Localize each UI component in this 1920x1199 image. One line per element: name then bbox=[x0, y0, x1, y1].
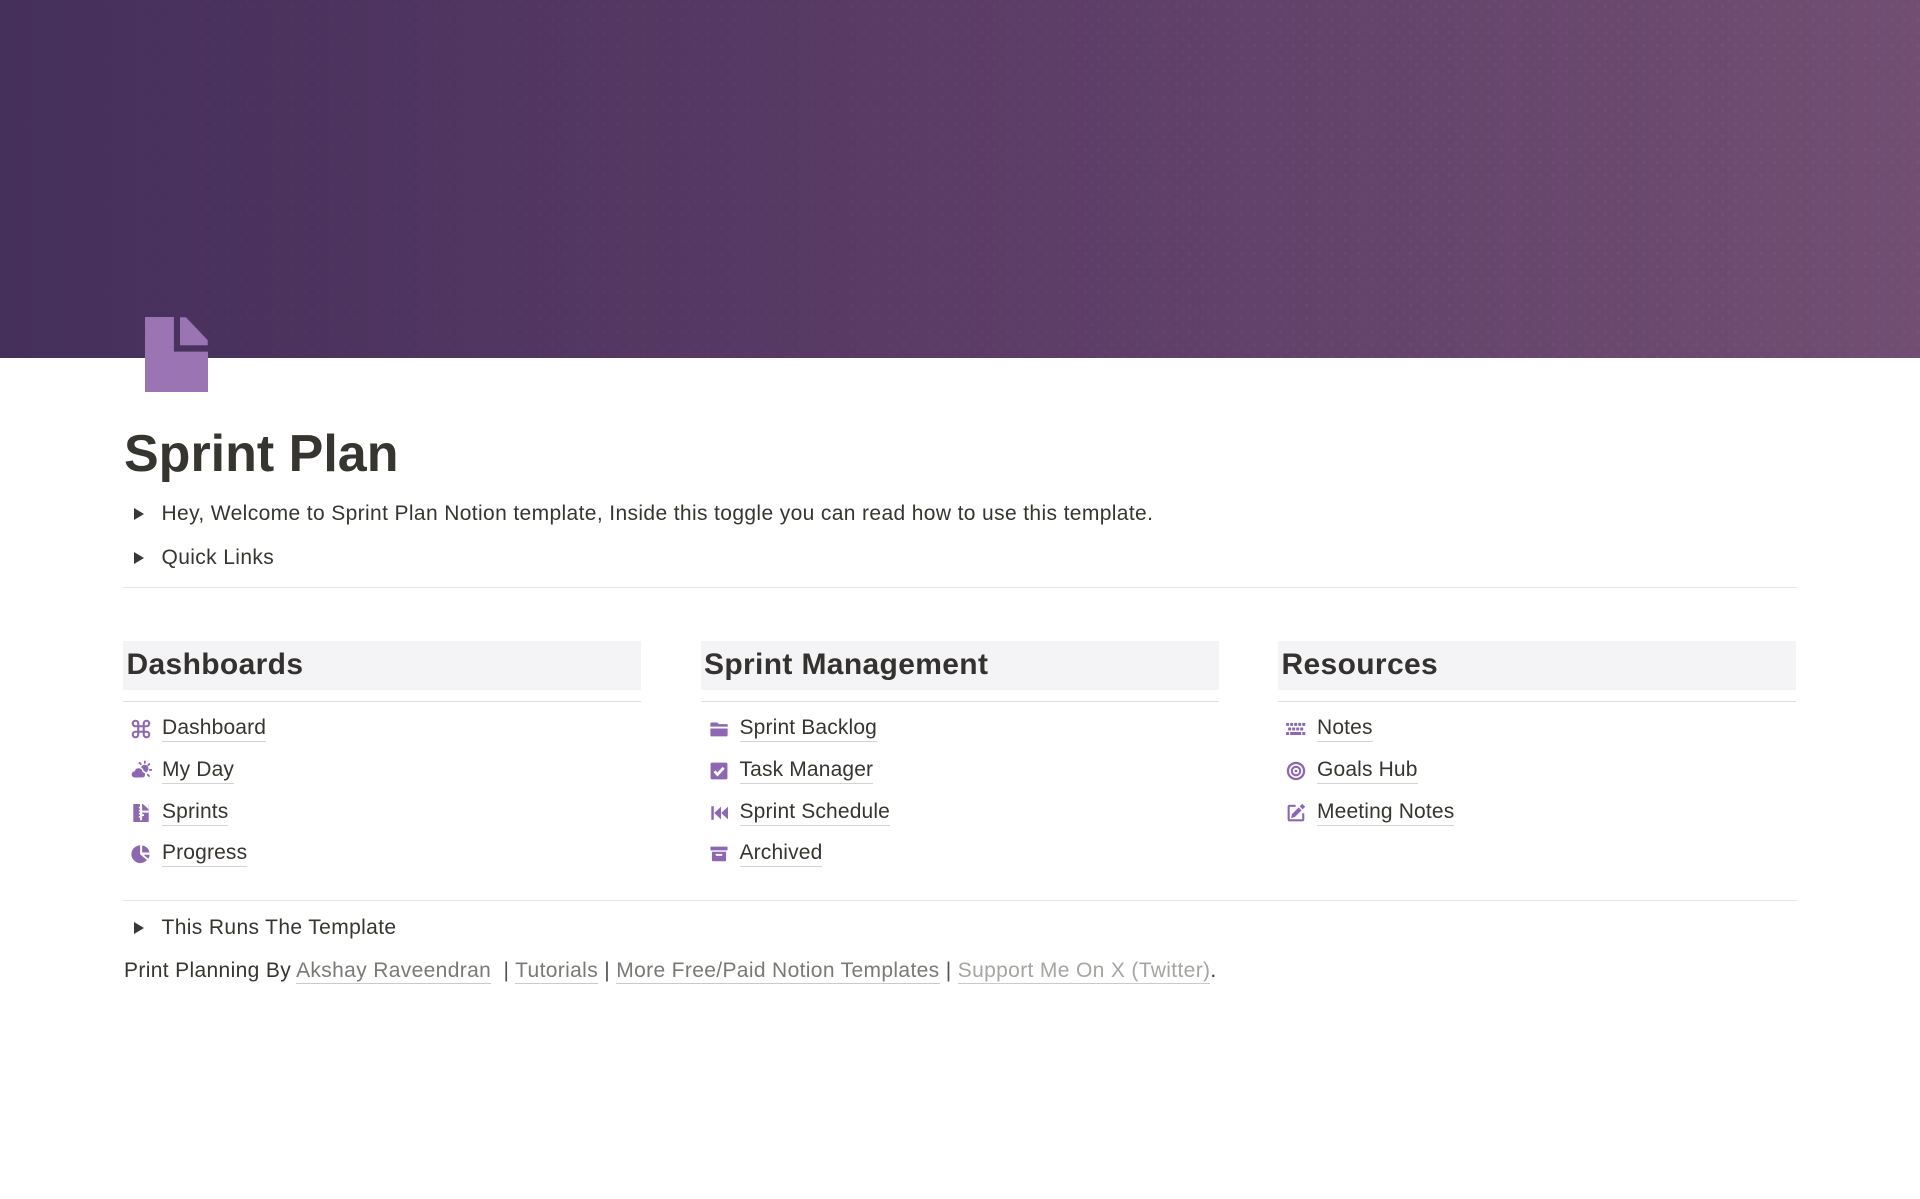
link-item-label: Progress bbox=[162, 841, 247, 867]
zip-document-icon bbox=[130, 802, 152, 824]
keyboard-icon bbox=[1285, 718, 1307, 740]
link-item-label: Notes bbox=[1317, 716, 1373, 742]
toggle-triangle-icon[interactable] bbox=[134, 552, 144, 564]
column-resources: Resources Notes Goals Hub Meeting Notes bbox=[1278, 641, 1796, 881]
toggle-quick-links-label: Quick Links bbox=[162, 546, 275, 570]
footer-credits: Print Planning By Akshay Raveendran | Tu… bbox=[124, 959, 1217, 983]
link-item-label: Dashboard bbox=[162, 716, 266, 742]
pie-chart-icon bbox=[130, 843, 152, 865]
column-divider bbox=[1278, 701, 1796, 702]
footer-separator: | bbox=[491, 959, 515, 982]
archive-box-icon bbox=[708, 843, 730, 865]
toggle-triangle-icon[interactable] bbox=[134, 922, 144, 934]
link-item-meeting-notes[interactable]: Meeting Notes bbox=[1278, 798, 1796, 828]
toggle-runs-label: This Runs The Template bbox=[162, 916, 397, 940]
link-item-sprint-backlog[interactable]: Sprint Backlog bbox=[701, 714, 1219, 744]
link-item-label: Meeting Notes bbox=[1317, 800, 1454, 826]
column-heading-text: Sprint Management bbox=[704, 648, 988, 682]
link-item-progress[interactable]: Progress bbox=[123, 839, 641, 869]
column-items: Sprint Backlog Task Manager Sprint Schedul… bbox=[701, 714, 1219, 869]
toggle-this-runs-the-template[interactable]: This Runs The Template bbox=[123, 914, 396, 942]
link-columns: Dashboards Dashboard My Day Sprints Progres… bbox=[123, 641, 1797, 881]
column-heading: Dashboards bbox=[123, 641, 641, 690]
link-item-sprints[interactable]: Sprints bbox=[123, 798, 641, 828]
column-items: Dashboard My Day Sprints Progress bbox=[123, 714, 641, 869]
footer-link-author[interactable]: Akshay Raveendran bbox=[296, 959, 491, 985]
link-item-label: Sprint Backlog bbox=[740, 716, 878, 742]
edit-icon bbox=[1285, 802, 1307, 824]
footer-link-tutorials[interactable]: Tutorials bbox=[515, 959, 598, 985]
divider bbox=[123, 900, 1797, 901]
column-heading-text: Resources bbox=[1282, 648, 1439, 682]
footer-link-support[interactable]: Support Me On X (Twitter) bbox=[958, 959, 1211, 985]
footer-separator: | bbox=[598, 959, 616, 982]
column-items: Notes Goals Hub Meeting Notes bbox=[1278, 714, 1796, 827]
link-item-label: Sprints bbox=[162, 800, 228, 826]
column-heading-text: Dashboards bbox=[127, 648, 304, 682]
toggle-welcome-label: Hey, Welcome to Sprint Plan Notion templ… bbox=[162, 502, 1154, 526]
link-item-sprint-schedule[interactable]: Sprint Schedule bbox=[701, 798, 1219, 828]
link-item-label: My Day bbox=[162, 758, 234, 784]
pipe-separator: | bbox=[946, 959, 952, 982]
link-item-archived[interactable]: Archived bbox=[701, 839, 1219, 869]
link-item-task-manager[interactable]: Task Manager bbox=[701, 756, 1219, 786]
link-item-notes[interactable]: Notes bbox=[1278, 714, 1796, 744]
folder-icon bbox=[708, 718, 730, 740]
footer-link-more-templates[interactable]: More Free/Paid Notion Templates bbox=[616, 959, 939, 985]
target-icon bbox=[1285, 760, 1307, 782]
footer-prefix: Print Planning By bbox=[124, 959, 296, 982]
column-heading: Sprint Management bbox=[701, 641, 1219, 690]
link-item-label: Goals Hub bbox=[1317, 758, 1418, 784]
toggle-welcome[interactable]: Hey, Welcome to Sprint Plan Notion templ… bbox=[123, 500, 1153, 528]
toggle-quick-links[interactable]: Quick Links bbox=[123, 544, 274, 572]
command-icon bbox=[130, 718, 152, 740]
column-dashboards: Dashboards Dashboard My Day Sprints Progres… bbox=[123, 641, 641, 881]
column-divider bbox=[123, 701, 641, 702]
column-divider bbox=[701, 701, 1219, 702]
column-sprint-management: Sprint Management Sprint Backlog Task Man… bbox=[701, 641, 1219, 881]
link-item-goals-hub[interactable]: Goals Hub bbox=[1278, 756, 1796, 786]
page-title: Sprint Plan bbox=[124, 423, 398, 485]
column-heading: Resources bbox=[1278, 641, 1796, 690]
divider bbox=[123, 587, 1797, 588]
sun-behind-cloud-icon bbox=[130, 760, 152, 782]
toggle-triangle-icon[interactable] bbox=[134, 508, 144, 520]
link-item-my-day[interactable]: My Day bbox=[123, 756, 641, 786]
footer-separator: | bbox=[940, 959, 958, 982]
checkbox-icon bbox=[708, 760, 730, 782]
link-item-dashboard[interactable]: Dashboard bbox=[123, 714, 641, 744]
link-item-label: Sprint Schedule bbox=[740, 800, 891, 826]
pipe-separator: | bbox=[504, 959, 510, 982]
link-item-label: Task Manager bbox=[740, 758, 874, 784]
pipe-separator: | bbox=[604, 959, 610, 982]
rewind-icon bbox=[708, 802, 730, 824]
footer-suffix: . bbox=[1210, 959, 1216, 982]
page-body: Sprint Plan Hey, Welcome to Sprint Plan … bbox=[123, 0, 1797, 1199]
link-item-label: Archived bbox=[740, 841, 823, 867]
